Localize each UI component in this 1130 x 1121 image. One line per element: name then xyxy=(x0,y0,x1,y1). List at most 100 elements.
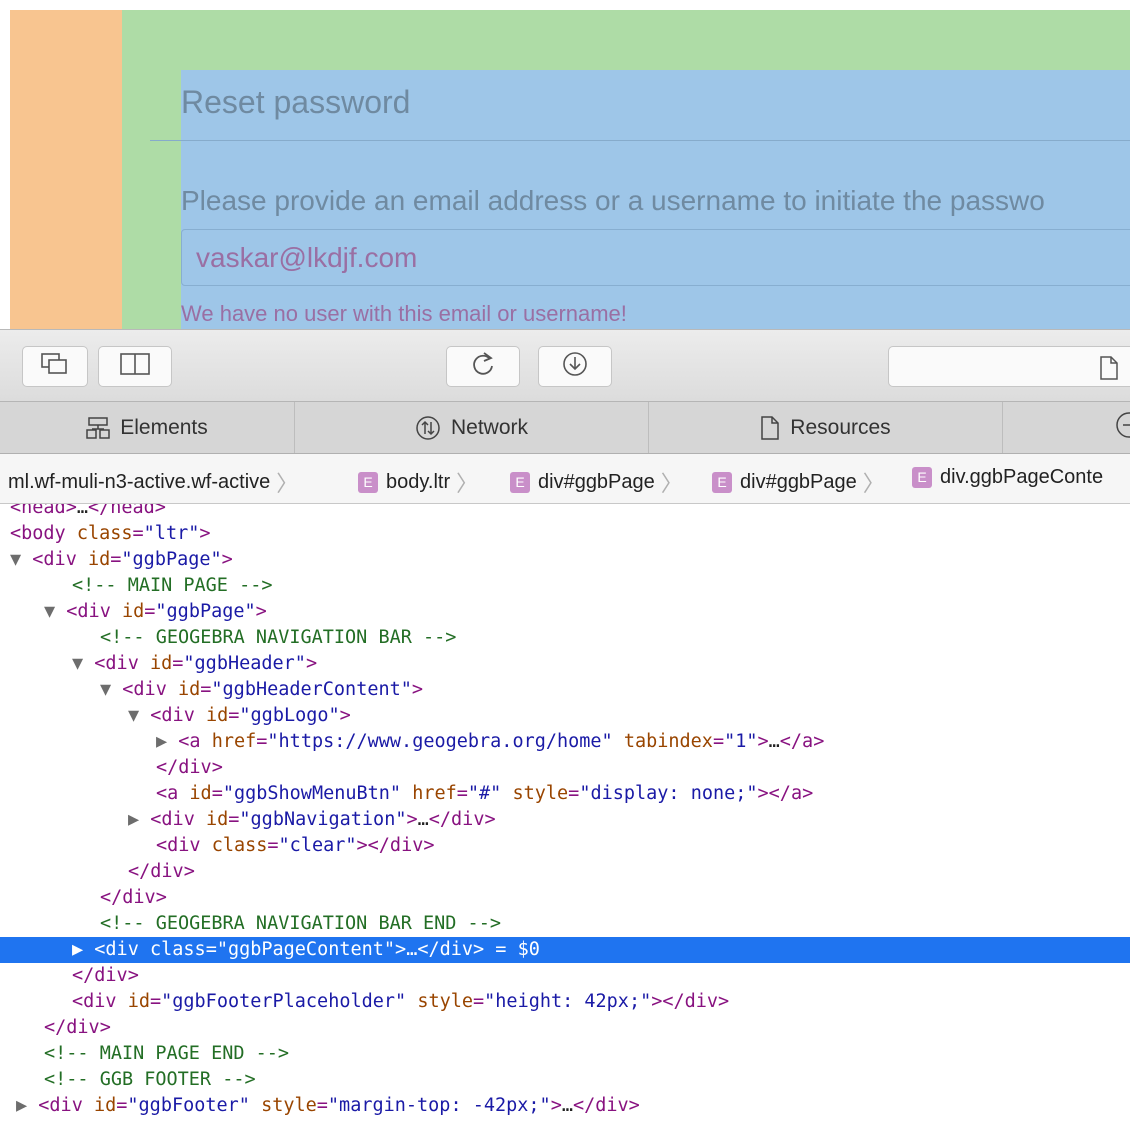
tree-row-selected[interactable]: ▶ <div class="ggbPageContent">…</div> = … xyxy=(0,937,1130,963)
code-token: > xyxy=(221,549,233,570)
document-icon xyxy=(1099,356,1119,385)
disclosure-open-icon[interactable]: ▼ xyxy=(100,679,122,700)
code-token: style xyxy=(417,991,474,1012)
tree-row[interactable]: <head>…</head> xyxy=(0,504,1130,521)
code-token: id xyxy=(127,991,150,1012)
tree-row[interactable]: ▶ <a href="https://www.geogebra.org/home… xyxy=(0,729,1130,755)
breadcrumb-item-body[interactable]: Ebody.ltr 〉 xyxy=(358,466,478,498)
disclosure-open-icon[interactable]: ▼ xyxy=(10,549,32,570)
breadcrumb-label: ml.wf-muli-n3-active.wf-active xyxy=(8,470,271,493)
chevron-right-icon: 〉 xyxy=(456,471,479,496)
tab-resources[interactable]: Resources xyxy=(649,402,1003,453)
dock-undock-button[interactable] xyxy=(22,346,88,387)
code-token: = xyxy=(456,783,468,804)
search-field[interactable] xyxy=(888,346,1130,387)
tab-label: Network xyxy=(450,415,529,439)
tree-row[interactable]: <div class="clear"></div> xyxy=(0,833,1130,859)
breadcrumb-item-pagecontent[interactable]: Ediv.ggbPageConte xyxy=(912,466,1103,489)
tree-row[interactable]: <!-- MAIN PAGE END --> xyxy=(0,1041,1130,1067)
disclosure-closed-icon[interactable]: ▶ xyxy=(128,809,150,830)
code-token: id xyxy=(177,679,201,700)
tree-row[interactable]: <!-- MAIN PAGE --> xyxy=(0,573,1130,599)
element-badge-icon: E xyxy=(712,471,732,493)
code-token: </div> xyxy=(72,965,139,986)
tree-row[interactable]: <body class="ltr"> xyxy=(0,521,1130,547)
tab-more[interactable] xyxy=(1003,402,1130,453)
chevron-right-icon: 〉 xyxy=(862,471,885,496)
disclosure-closed-icon[interactable]: ▶ xyxy=(156,731,178,752)
code-token: </div> xyxy=(417,939,485,960)
tree-row[interactable]: </div> xyxy=(0,859,1130,885)
tree-row[interactable]: ▼ <div id="ggbLogo"> xyxy=(0,703,1130,729)
split-panel-icon xyxy=(120,353,150,380)
code-token: class xyxy=(76,523,133,544)
code-token: <div xyxy=(156,835,212,856)
code-token: "clear" xyxy=(278,835,357,856)
tree-row[interactable]: <!-- GGB FOOTER --> xyxy=(0,1067,1130,1093)
tree-row[interactable]: ▼ <div id="ggbHeaderContent"> xyxy=(0,677,1130,703)
tree-row[interactable]: ▶ <div id="ggbNavigation">…</div> xyxy=(0,807,1130,833)
tree-row[interactable]: </div> xyxy=(0,963,1130,989)
code-token: <div xyxy=(72,991,128,1012)
tree-row[interactable]: <a id="ggbShowMenuBtn" href="#" style="d… xyxy=(0,781,1130,807)
code-token: <!-- GGB FOOTER --> xyxy=(44,1069,256,1090)
breadcrumb-item-html[interactable]: ml.wf-muli-n3-active.wf-active 〉 xyxy=(8,466,298,498)
tab-label: Resources xyxy=(790,415,891,439)
disclosure-closed-icon[interactable]: ▶ xyxy=(72,939,94,960)
more-tab-icon xyxy=(1114,410,1130,446)
tree-row[interactable]: <!-- GEOGEBRA NAVIGATION BAR END --> xyxy=(0,911,1130,937)
code-token: = xyxy=(316,1095,328,1116)
code-token: = xyxy=(256,731,268,752)
code-token: "1" xyxy=(724,731,758,752)
tree-row[interactable]: </div> xyxy=(0,755,1130,781)
split-view-button[interactable] xyxy=(98,346,172,387)
error-message: We have no user with this email or usern… xyxy=(181,301,627,326)
code-token: <a xyxy=(178,731,212,752)
tree-row[interactable]: ▼ <div id="ggbPage"> xyxy=(0,599,1130,625)
code-token: </div> xyxy=(156,757,223,778)
breadcrumb-item-ggbpage[interactable]: Ediv#ggbPage 〉 xyxy=(510,466,683,498)
tree-row[interactable]: </div> xyxy=(0,1015,1130,1041)
reload-button[interactable] xyxy=(446,346,520,387)
code-token: </div> xyxy=(44,1017,111,1038)
code-token: = xyxy=(132,523,144,544)
disclosure-closed-icon[interactable]: ▶ xyxy=(16,1095,38,1116)
tree-row[interactable]: ▼ <div id="ggbHeader"> xyxy=(0,651,1130,677)
code-token: "https://www.geogebra.org/home" xyxy=(267,731,613,752)
tree-row[interactable]: <!-- GEOGEBRA NAVIGATION BAR --> xyxy=(0,625,1130,651)
instruction-text: Please provide an email address or a use… xyxy=(181,185,1045,216)
disclosure-open-icon[interactable]: ▼ xyxy=(44,601,66,622)
breadcrumb-label: div#ggbPage xyxy=(740,470,857,493)
disclosure-open-icon[interactable]: ▼ xyxy=(72,653,94,674)
download-button[interactable] xyxy=(538,346,612,387)
code-token: id xyxy=(205,705,229,726)
tab-elements[interactable]: Elements xyxy=(0,402,295,453)
code-token: </div> xyxy=(572,1095,640,1116)
tab-network[interactable]: Network xyxy=(295,402,649,453)
email-field[interactable] xyxy=(181,229,1130,286)
tree-row[interactable]: <div id="ggbFooterPlaceholder" style="he… xyxy=(0,989,1130,1015)
code-token: "ggbPage" xyxy=(155,601,256,622)
code-token: "ggbLogo" xyxy=(239,705,340,726)
breadcrumb-item-ggbpage-inner[interactable]: Ediv#ggbPage 〉 xyxy=(712,466,885,498)
tree-row[interactable]: ▼ <div id="ggbPage"> xyxy=(0,547,1130,573)
code-token: href xyxy=(211,731,257,752)
code-token: = $0 xyxy=(484,939,540,960)
tree-row[interactable]: ▶ <div id="ggbFooter" style="margin-top:… xyxy=(0,1093,1130,1119)
code-token: style xyxy=(261,1095,317,1116)
code-token: > xyxy=(411,679,424,700)
code-token: = xyxy=(267,835,279,856)
code-token: "ggbPageContent" xyxy=(216,939,396,960)
code-token: id xyxy=(149,653,173,674)
tree-row[interactable]: </div> xyxy=(0,885,1130,911)
code-token: > xyxy=(550,1095,562,1116)
download-circle-icon xyxy=(562,351,588,382)
devtools-tabs: Elements Network Resources xyxy=(0,402,1130,454)
dom-tree: <head>…</head> <body class="ltr"> ▼ <div i… xyxy=(0,504,1130,1121)
code-token: = xyxy=(473,991,485,1012)
code-token: class xyxy=(149,939,206,960)
disclosure-open-icon[interactable]: ▼ xyxy=(128,705,150,726)
